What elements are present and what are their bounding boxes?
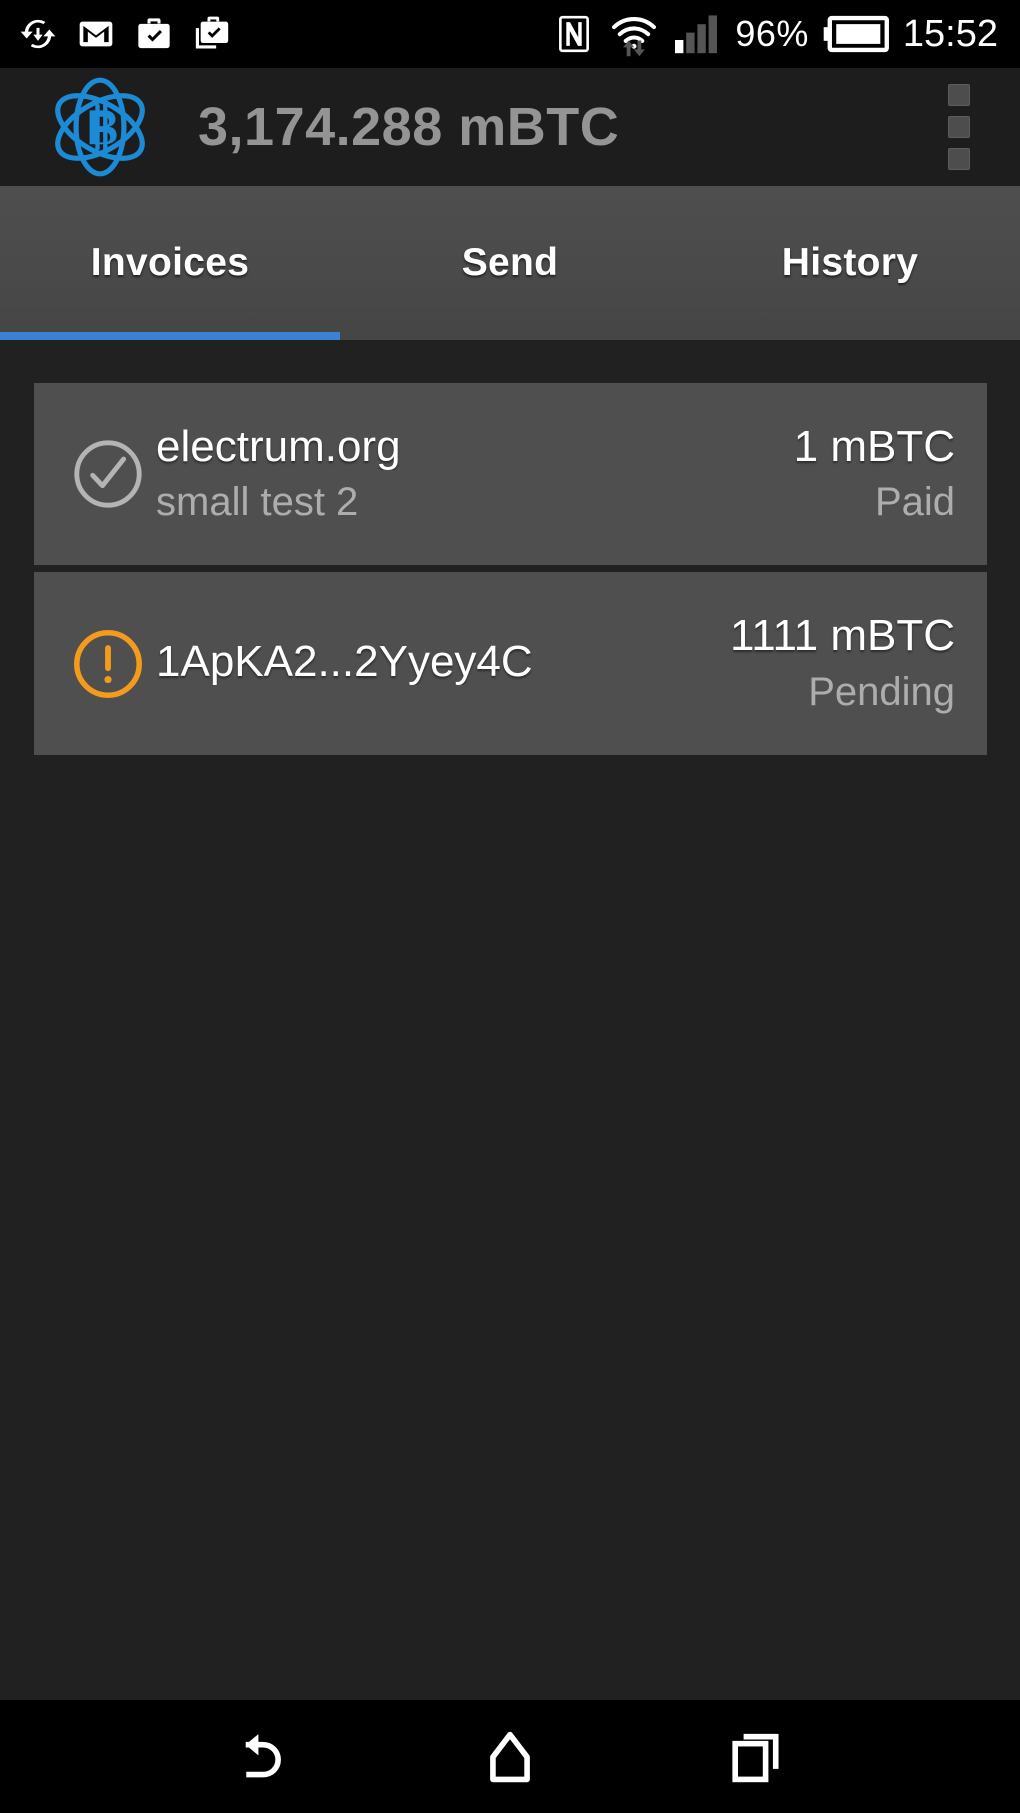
check-circle-icon (60, 435, 156, 513)
tab-invoices[interactable]: Invoices (0, 186, 340, 340)
back-button[interactable] (141, 1700, 387, 1813)
electrum-logo-icon (55, 77, 145, 177)
wallet-balance: 3,174.288 mBTC (198, 97, 620, 157)
invoice-status: Paid (874, 480, 955, 525)
invoice-amount: 1111 mBTC (730, 611, 955, 661)
invoice-amount-block: 1111 mBTC Pending (730, 612, 987, 714)
android-navigation-bar (0, 1700, 1020, 1813)
work-briefcase-check-outline-icon (195, 16, 229, 49)
cell-signal-icon (675, 15, 718, 54)
invoice-title: electrum.org (156, 422, 401, 471)
app-bar: 3,174.288 mBTC (0, 68, 1020, 186)
invoice-text-block: 1ApKA2...2Yyey4C (156, 637, 730, 688)
status-bar-right-icons: 96% 15:52 (553, 11, 1020, 57)
battery-percent-label: 96% (735, 13, 809, 54)
status-bar-left-icons (0, 14, 232, 54)
invoice-status: Pending (808, 669, 955, 714)
overflow-dot (948, 116, 970, 138)
tab-send[interactable]: Send (340, 186, 680, 340)
tab-invoices-label: Invoices (90, 241, 250, 284)
invoice-list: electrum.org small test 2 1 mBTC Paid 1A… (0, 340, 1020, 1700)
home-icon (490, 1731, 530, 1782)
overflow-dot (948, 148, 970, 170)
phone-screen: 96% 15:52 3,174.288 mBTC Invoices Send H… (0, 0, 1020, 1813)
invoice-amount-block: 1 mBTC Paid (794, 423, 987, 525)
back-arrow-icon (245, 1733, 281, 1777)
work-briefcase-check-icon (138, 18, 170, 49)
invoice-text-block: electrum.org small test 2 (156, 423, 794, 525)
invoice-subtitle: small test 2 (156, 480, 359, 525)
gmail-icon (79, 21, 113, 47)
battery-full-icon (823, 15, 889, 53)
tab-bar: Invoices Send History (0, 186, 1020, 340)
tab-history[interactable]: History (680, 186, 1020, 340)
invoice-amount: 1 mBTC (793, 421, 955, 471)
alert-circle-icon (60, 625, 156, 703)
sync-icon (20, 19, 56, 49)
status-bar: 96% 15:52 (0, 0, 1020, 68)
invoice-row[interactable]: electrum.org small test 2 1 mBTC Paid (34, 383, 987, 565)
invoice-title: 1ApKA2...2Yyey4C (156, 637, 533, 686)
tab-send-label: Send (461, 241, 559, 284)
invoice-row[interactable]: 1ApKA2...2Yyey4C 1111 mBTC Pending (34, 572, 987, 755)
tab-history-label: History (781, 241, 919, 284)
status-bar-clock: 15:52 (902, 13, 998, 55)
active-tab-indicator (0, 332, 340, 340)
overflow-dot (948, 84, 970, 106)
overflow-menu-icon[interactable] (942, 75, 976, 179)
recents-button[interactable] (633, 1700, 879, 1813)
nfc-icon (559, 15, 590, 53)
wifi-transfer-icon (612, 17, 657, 57)
recent-apps-icon (732, 1733, 779, 1782)
home-button[interactable] (387, 1700, 633, 1813)
